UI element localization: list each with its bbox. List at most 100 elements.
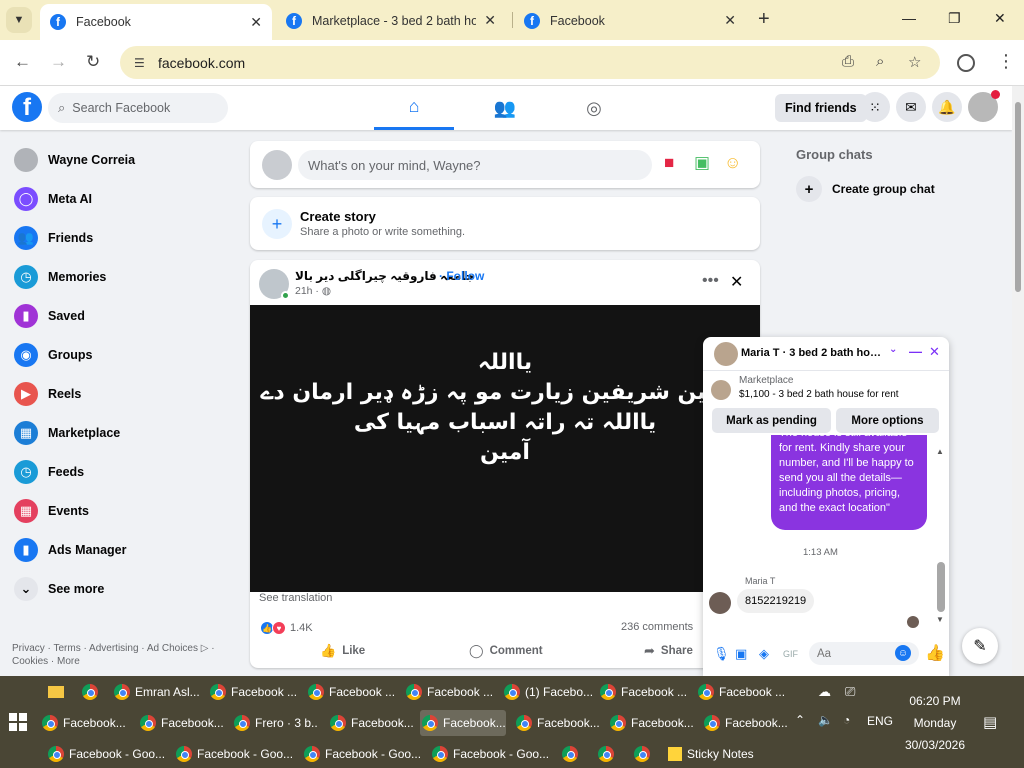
- taskbar-chrome-button[interactable]: [560, 741, 582, 767]
- create-group-chat-button[interactable]: + Create group chat: [796, 176, 935, 202]
- chat-contact-avatar[interactable]: [714, 342, 738, 366]
- chat-header[interactable]: Maria T · 3 bed 2 bath house for rent ⌄ …: [703, 337, 949, 371]
- taskbar-window-button[interactable]: (1) Facebo...: [502, 679, 594, 705]
- scrollbar-thumb[interactable]: [937, 562, 945, 612]
- post-author-avatar[interactable]: [259, 269, 290, 300]
- start-button[interactable]: [9, 713, 27, 731]
- taskbar-window-button[interactable]: Facebook...: [608, 710, 694, 736]
- back-button[interactable]: ←: [14, 52, 31, 72]
- footer-links[interactable]: Privacy · Terms · Advertising · Ad Choic…: [12, 642, 237, 668]
- minimize-window-button[interactable]: —: [902, 10, 916, 26]
- tab-search-button[interactable]: ▼: [6, 7, 32, 33]
- taskbar-window-button[interactable]: Facebook...: [328, 710, 414, 736]
- avatar[interactable]: [262, 150, 292, 180]
- close-tab-icon[interactable]: ✕: [484, 12, 496, 29]
- bookmark-star-icon[interactable]: ☆: [908, 53, 921, 71]
- taskbar-window-button[interactable]: Facebook - Goo...: [430, 741, 548, 767]
- sidebar-item-reels[interactable]: ▶ Reels: [0, 374, 240, 413]
- more-options-icon[interactable]: •••: [702, 272, 719, 290]
- chevron-down-icon[interactable]: ⌄: [889, 344, 897, 355]
- hide-post-icon[interactable]: ✕: [730, 272, 743, 292]
- mark-as-pending-button[interactable]: Mark as pending: [712, 408, 831, 433]
- messenger-button[interactable]: ✉: [896, 92, 926, 122]
- scrollbar-thumb[interactable]: [1015, 102, 1021, 292]
- sidebar-item-friends[interactable]: 👥 Friends: [0, 218, 240, 257]
- photo-icon[interactable]: ▣: [694, 153, 710, 173]
- taskbar-window-button[interactable]: Facebook ...: [306, 679, 398, 705]
- taskbar-window-button[interactable]: Emran Asl...: [112, 679, 204, 705]
- new-message-button[interactable]: ✎: [962, 628, 998, 664]
- gif-icon[interactable]: GIF: [783, 649, 798, 659]
- taskbar-chrome-button[interactable]: [596, 741, 618, 767]
- sidebar-item-groups[interactable]: ◉ Groups: [0, 335, 240, 374]
- reload-button[interactable]: ↻: [86, 52, 100, 72]
- page-scrollbar[interactable]: [1012, 86, 1024, 676]
- like-button[interactable]: 👍 Like: [320, 643, 365, 659]
- forward-button[interactable]: →: [50, 52, 67, 72]
- scroll-down-arrow-icon[interactable]: ▼: [936, 615, 944, 624]
- sidebar-item-see-more[interactable]: ⌄ See more: [0, 569, 240, 608]
- taskbar-window-button[interactable]: Facebook ...: [696, 679, 788, 705]
- sidebar-item-feeds[interactable]: ◷ Feeds: [0, 452, 240, 491]
- system-clock[interactable]: 06:20 PM Monday 30/03/2026: [900, 690, 970, 756]
- device-icon[interactable]: ⎚: [845, 684, 855, 700]
- browser-menu-icon[interactable]: ⋮: [997, 51, 1015, 72]
- share-button[interactable]: ➦ Share: [644, 643, 693, 659]
- new-tab-button[interactable]: +: [758, 9, 770, 29]
- file-explorer-button[interactable]: [46, 679, 66, 705]
- reaction-summary[interactable]: 👍 ♥ 1.4K: [260, 621, 313, 635]
- tab-facebook-active[interactable]: f Facebook ✕: [40, 4, 272, 40]
- follow-link[interactable]: · Follow: [439, 269, 484, 283]
- emoji-icon[interactable]: ☺: [895, 645, 911, 661]
- facebook-search[interactable]: ⌕: [48, 93, 228, 123]
- sidebar-item-wayne-correia[interactable]: Wayne Correia: [0, 140, 240, 179]
- sidebar-item-saved[interactable]: ▮ Saved: [0, 296, 240, 335]
- scroll-up-arrow-icon[interactable]: ▲: [936, 447, 944, 456]
- wifi-icon[interactable]: ◔: [843, 713, 850, 727]
- comment-count[interactable]: 236 comments: [621, 621, 693, 633]
- account-avatar[interactable]: [968, 90, 1000, 122]
- close-tab-icon[interactable]: ✕: [250, 14, 262, 31]
- taskbar-window-button[interactable]: Facebook...: [702, 710, 788, 736]
- sidebar-item-events[interactable]: ▦ Events: [0, 491, 240, 530]
- send-like-icon[interactable]: 👍: [925, 643, 945, 663]
- chrome-button[interactable]: [80, 679, 102, 705]
- tab-facebook[interactable]: f Facebook ✕: [514, 5, 746, 36]
- close-chat-icon[interactable]: ✕: [929, 344, 940, 360]
- create-story-card[interactable]: + Create story Share a photo or write so…: [250, 197, 760, 250]
- close-window-button[interactable]: ✕: [994, 10, 1006, 27]
- gallery-icon[interactable]: ▣: [735, 646, 747, 662]
- tab-marketplace[interactable]: f Marketplace - 3 bed 2 bath hou ✕: [276, 5, 506, 36]
- sidebar-item-ads-manager[interactable]: ▮ Ads Manager: [0, 530, 240, 569]
- taskbar-chrome-button[interactable]: [632, 741, 654, 767]
- taskbar-window-button[interactable]: Facebook - Goo...: [46, 741, 164, 767]
- notifications-button[interactable]: 🔔: [932, 92, 962, 122]
- chat-scrollbar[interactable]: ▲ ▼: [936, 447, 946, 627]
- install-app-icon[interactable]: ⎙: [842, 53, 854, 70]
- menu-grid-button[interactable]: ⁙: [860, 92, 890, 122]
- sidebar-item-meta-ai[interactable]: ◯ Meta AI: [0, 179, 240, 218]
- nav-tab-home[interactable]: ⌂: [374, 86, 454, 130]
- taskbar-window-button[interactable]: Facebook...: [514, 710, 600, 736]
- more-options-button[interactable]: More options: [836, 408, 939, 433]
- restore-window-button[interactable]: ❐: [948, 10, 961, 27]
- search-input[interactable]: [72, 101, 213, 115]
- post-timestamp[interactable]: 21h · ◍: [295, 285, 331, 297]
- browser-profile-icon[interactable]: [957, 54, 975, 72]
- sender-avatar[interactable]: [709, 592, 731, 614]
- whats-on-your-mind-input[interactable]: [298, 150, 652, 180]
- taskbar-window-button[interactable]: Facebook...: [420, 710, 506, 736]
- zoom-icon[interactable]: ⌕: [876, 53, 884, 70]
- close-tab-icon[interactable]: ✕: [724, 12, 736, 29]
- marketplace-listing[interactable]: Marketplace $1,100 - 3 bed 2 bath house …: [711, 375, 899, 400]
- find-friends-button[interactable]: Find friends: [775, 94, 867, 122]
- live-video-icon[interactable]: ■: [664, 153, 674, 173]
- address-bar[interactable]: ☰ facebook.com ⎙ ⌕ ☆: [120, 46, 940, 79]
- nav-tab-friends[interactable]: 👥: [465, 86, 545, 130]
- chat-contact-name[interactable]: Maria T · 3 bed 2 bath house for rent: [741, 347, 885, 359]
- taskbar-window-button[interactable]: Facebook...: [40, 710, 126, 736]
- facebook-logo-icon[interactable]: f: [12, 92, 42, 122]
- sticker-icon[interactable]: ◈: [759, 646, 769, 662]
- taskbar-window-button[interactable]: Facebook...: [138, 710, 224, 736]
- minimize-chat-icon[interactable]: —: [909, 344, 922, 359]
